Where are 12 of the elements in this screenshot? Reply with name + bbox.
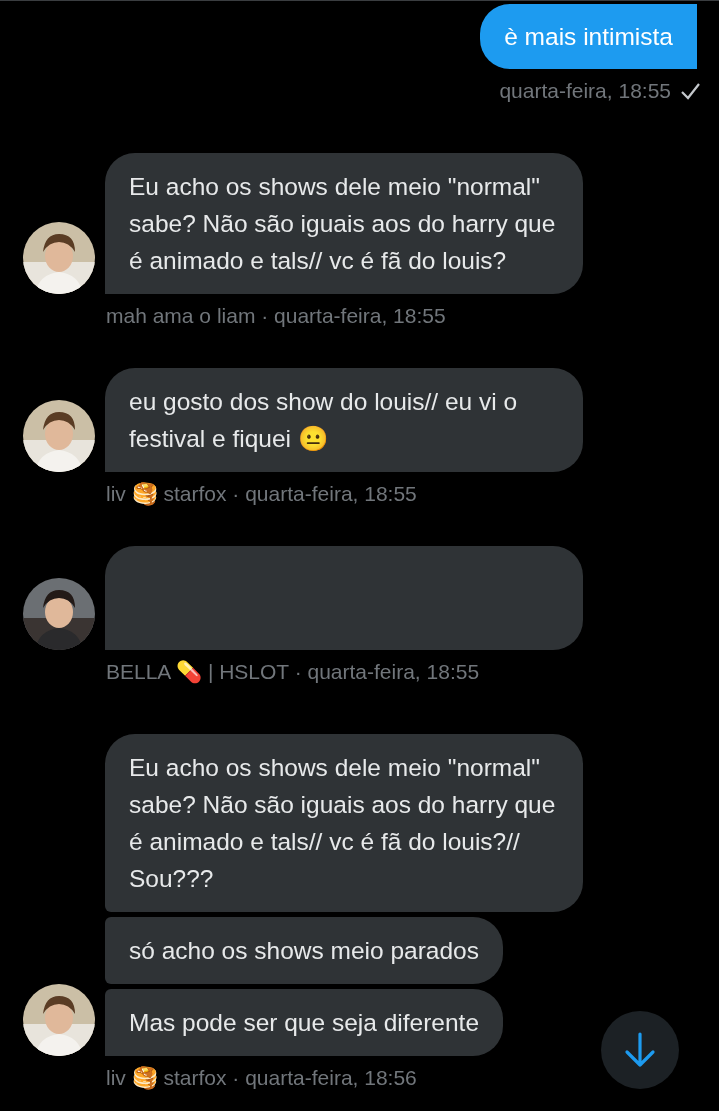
sender-meta: liv 🥞 starfox · quarta-feira, 18:55 xyxy=(106,481,417,508)
sender-meta: mah ama o liam · quarta-feira, 18:55 xyxy=(106,303,446,329)
message-bubble: eu gosto dos show do louis// eu vi o festival e fiquei 😐 xyxy=(105,368,583,472)
message-bubble: Mas pode ser que seja diferente xyxy=(105,989,504,1056)
message-bubble: Eu acho os shows dele meio "normal" sabe? Não são iguais aos do harry que é animado e tals// vc é fã do louis? xyxy=(105,153,583,294)
sender-meta: liv 🥞 starfox · quarta-feira, 18:56 xyxy=(106,1065,417,1092)
arrow-down-icon xyxy=(623,1031,657,1069)
message-bubble: è mais intimista xyxy=(480,4,697,69)
sender-meta: BELLA 💊 | HSLOT · quarta-feira, 18:55 xyxy=(106,659,480,686)
message-bubble: Eu acho os shows dele meio "normal" sabe? Não são iguais aos do harry que é animado e tals// vc é fã do louis?// Sou??? xyxy=(105,734,583,912)
timestamp: quarta-feira, 18:55 xyxy=(499,78,671,104)
message-bubble: só acho os shows meio parados xyxy=(105,917,503,984)
